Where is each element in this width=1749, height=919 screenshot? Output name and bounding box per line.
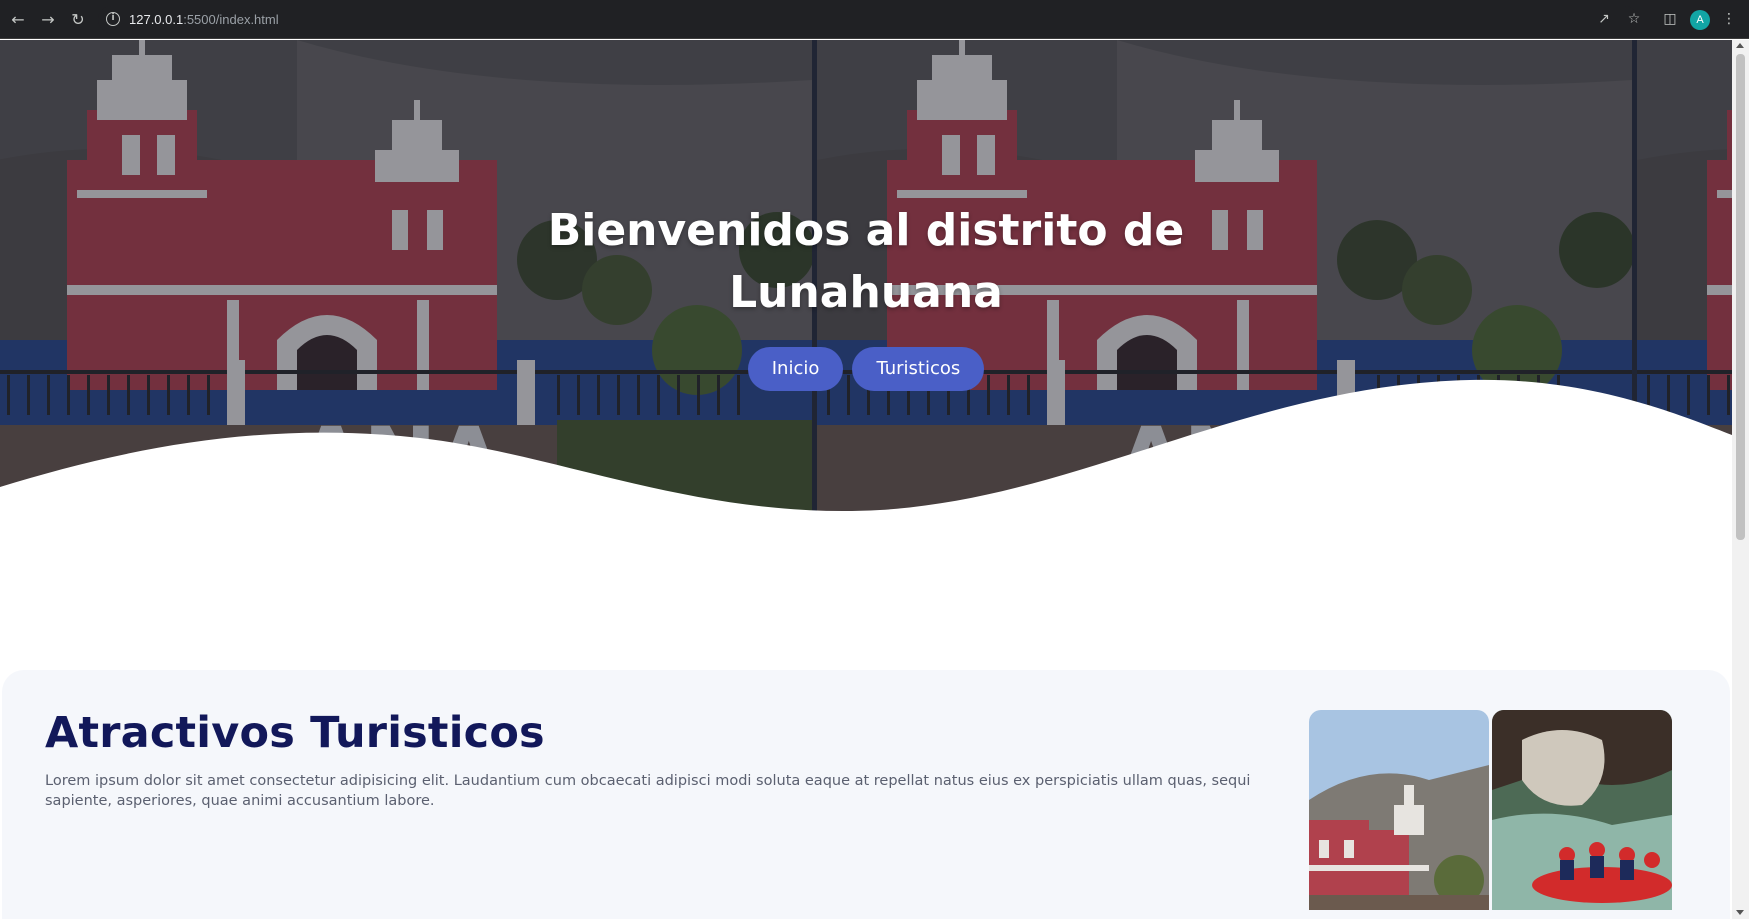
attractions-section: Atractivos Turisticos Lorem ipsum dolor …	[2, 670, 1730, 919]
page-viewport: ANA Bienvenidos al distrito de Lunahuana…	[0, 40, 1732, 919]
forward-icon[interactable]: →	[36, 8, 60, 32]
url-host: 127.0.0.1	[129, 12, 184, 27]
menu-kebab-icon[interactable]: ⋮	[1718, 9, 1740, 29]
profile-avatar[interactable]: A	[1690, 10, 1710, 30]
gallery-image-rafting[interactable]	[1492, 710, 1672, 910]
scroll-up-icon[interactable]	[1736, 43, 1744, 48]
url-path: :5500/index.html	[183, 12, 279, 27]
back-icon[interactable]: ←	[6, 8, 30, 32]
rafting-photo	[1492, 710, 1672, 910]
section-description: Lorem ipsum dolor sit amet consectetur a…	[45, 773, 1251, 809]
scrollbar-thumb[interactable]	[1736, 54, 1745, 540]
church-photo	[1309, 710, 1489, 910]
side-panel-icon[interactable]: ◫	[1659, 9, 1681, 29]
address-bar[interactable]: i 127.0.0.1:5500/index.html	[98, 6, 1638, 33]
reload-icon[interactable]: ↻	[66, 8, 90, 32]
browser-toolbar: ← → ↻ i 127.0.0.1:5500/index.html ↗ ☆ ◫ …	[0, 0, 1749, 39]
section-title: Atractivos Turisticos	[45, 708, 545, 758]
gallery-image-church[interactable]	[1309, 710, 1489, 910]
share-icon[interactable]: ↗	[1593, 9, 1615, 29]
url-text[interactable]: 127.0.0.1:5500/index.html	[129, 12, 279, 27]
page-scrollbar[interactable]	[1732, 40, 1749, 919]
hero-wave-divider	[0, 379, 1732, 520]
site-info-icon[interactable]: i	[106, 12, 120, 26]
hero-banner: ANA Bienvenidos al distrito de Lunahuana…	[0, 40, 1732, 520]
scroll-down-icon[interactable]	[1736, 910, 1744, 915]
bookmark-star-icon[interactable]: ☆	[1623, 9, 1645, 29]
